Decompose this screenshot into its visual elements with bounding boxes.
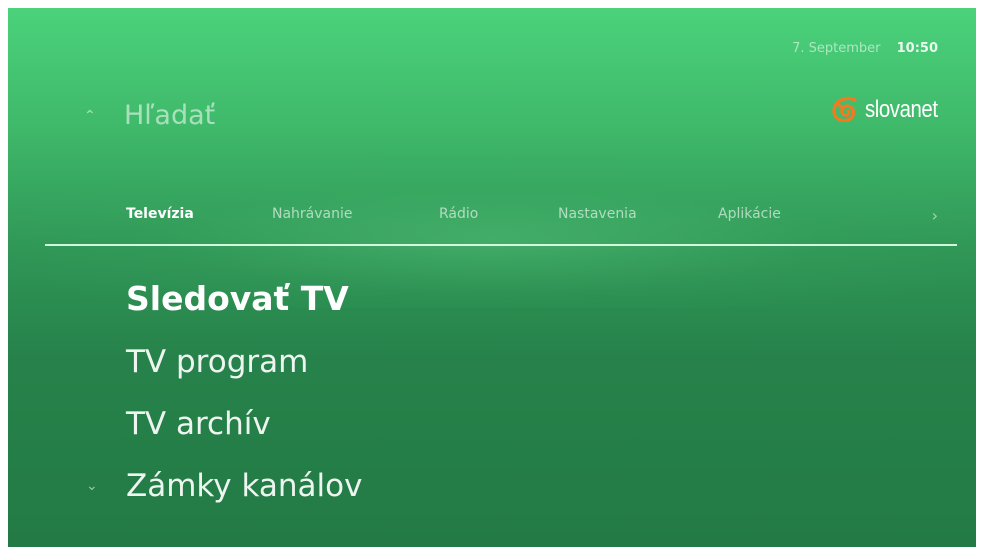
logo-text: slovanet	[864, 96, 938, 123]
tv-home-screen: 7. September 10:50 ⌃ Hľadať slovanet Tel…	[8, 8, 976, 547]
swirl-icon	[832, 96, 857, 123]
tab-televizia[interactable]: Televízia	[126, 206, 194, 222]
tab-nahravanie[interactable]: Nahrávanie	[272, 206, 353, 222]
chevron-down-icon: ⌄	[86, 478, 98, 494]
tab-nastavenia[interactable]: Nastavenia	[558, 206, 637, 222]
tab-aplikacie[interactable]: Aplikácie	[718, 206, 781, 222]
date-label: 7. September	[792, 41, 881, 56]
menu-item-sledovat-tv[interactable]: Sledovať TV	[126, 279, 349, 318]
menu-item-tv-archiv[interactable]: TV archív	[126, 406, 271, 442]
tab-divider	[45, 244, 957, 246]
slovanet-logo: slovanet	[829, 94, 938, 126]
date-time: 7. September 10:50	[792, 41, 938, 56]
tab-radio[interactable]: Rádio	[439, 206, 478, 222]
search-label: Hľadať	[124, 100, 216, 131]
search-button[interactable]: ⌃ Hľadať	[84, 100, 215, 131]
chevron-up-icon: ⌃	[84, 107, 96, 124]
menu-item-zamky-kanalov[interactable]: Zámky kanálov	[126, 468, 362, 504]
menu-item-tv-program[interactable]: TV program	[126, 344, 308, 380]
chevron-right-icon[interactable]: ›	[932, 206, 938, 225]
time-label: 10:50	[896, 41, 938, 56]
